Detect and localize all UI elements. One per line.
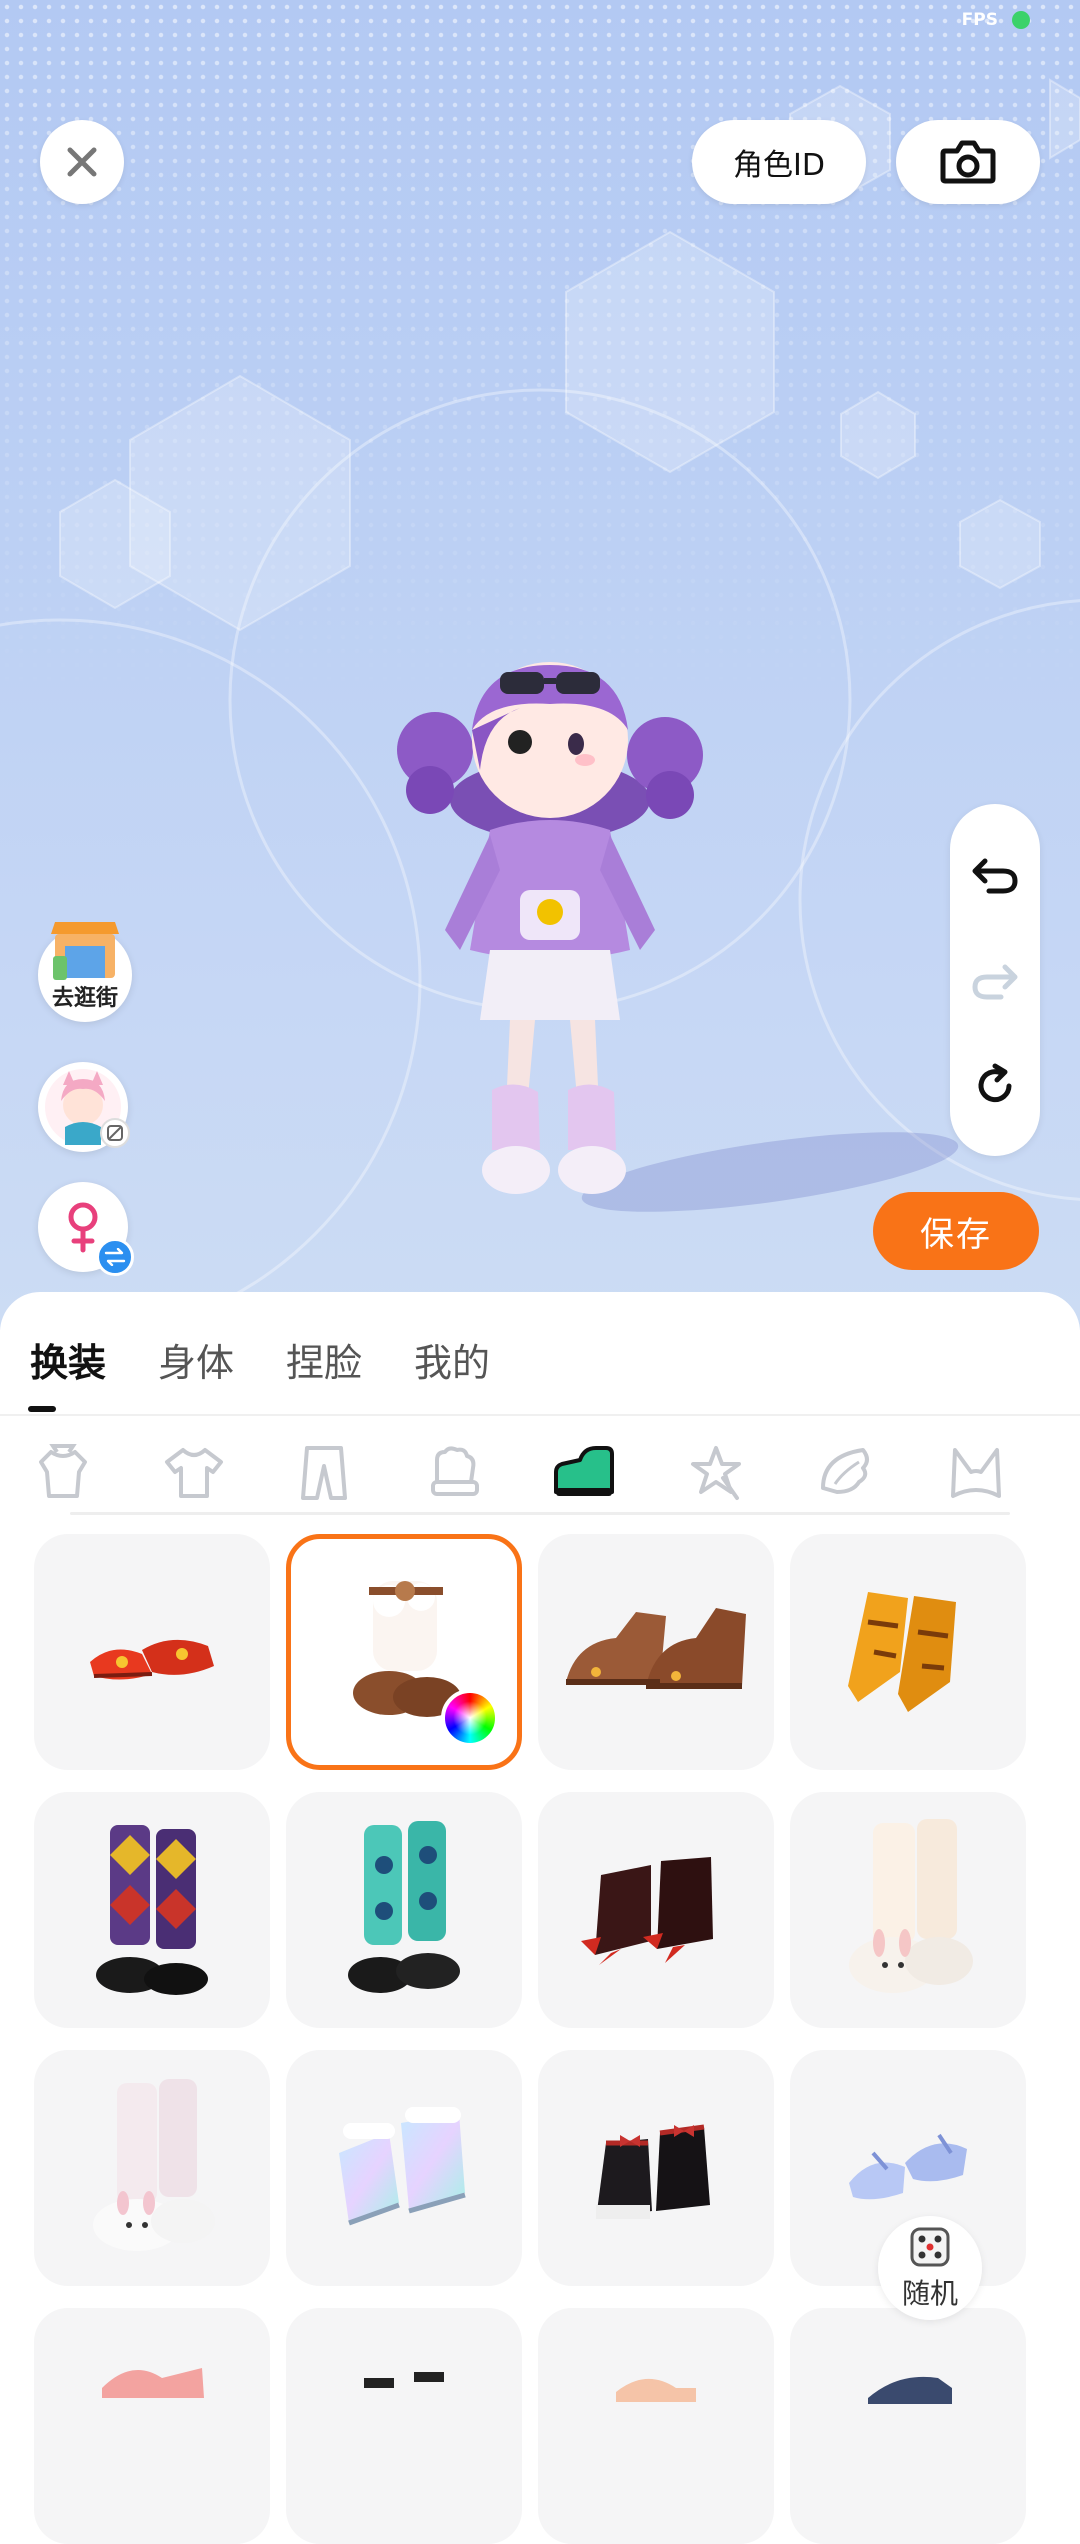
redo-icon xyxy=(972,964,1018,1000)
divider xyxy=(0,1414,1080,1416)
shoe-item-red-embroidered[interactable] xyxy=(34,1534,270,1770)
go-shopping-label: 去逛街 xyxy=(51,986,118,1011)
paw-shoes-image xyxy=(566,1608,746,1689)
random-label: 随机 xyxy=(901,2277,958,2310)
bunny-socks-image xyxy=(849,1819,973,1993)
tab-mine[interactable]: 我的 xyxy=(414,1332,490,1387)
category-shoes[interactable] xyxy=(544,1428,624,1518)
wing-icon xyxy=(821,1448,869,1494)
shoe-item-yellow-claw[interactable] xyxy=(790,1534,1026,1770)
camera-icon xyxy=(940,140,996,184)
tab-body[interactable]: 身体 xyxy=(158,1332,234,1387)
avatar-preview-stage[interactable]: FPS 角色ID 去逛街 保存 xyxy=(0,0,1080,1330)
redo-button[interactable] xyxy=(965,950,1025,1010)
teal-socks-image xyxy=(348,1821,460,1993)
go-shopping-button[interactable]: 去逛街 xyxy=(38,922,132,1022)
color-palette-icon[interactable] xyxy=(441,1689,499,1747)
black-boots-image xyxy=(596,2124,710,2219)
glove-icon xyxy=(431,1446,479,1496)
shoe-item-row4-1[interactable] xyxy=(34,2308,270,2544)
category-top[interactable] xyxy=(154,1428,234,1518)
ears-icon xyxy=(951,1448,1001,1498)
role-id-label: 角色ID xyxy=(733,148,825,183)
active-tab-indicator xyxy=(28,1406,56,1412)
white-bunny-image xyxy=(93,2079,215,2251)
blue-heels-image xyxy=(849,2133,967,2200)
close-icon xyxy=(67,147,97,177)
shoe-item-white-bunny-slippers[interactable] xyxy=(34,2050,270,2286)
navy-shoes-image xyxy=(868,2376,952,2404)
main-tabs: 换装 身体 捏脸 我的 xyxy=(30,1332,542,1387)
red-claw-image xyxy=(581,1857,713,1965)
pink-shoes-image xyxy=(102,2368,204,2398)
tab-face[interactable]: 捏脸 xyxy=(286,1332,362,1387)
black-strap-shoes-image xyxy=(364,2372,444,2388)
role-id-button[interactable]: 角色ID xyxy=(692,120,866,204)
avatar-character[interactable] xyxy=(380,660,720,1220)
status-bar: FPS xyxy=(962,10,1030,30)
argyle-socks-image xyxy=(96,1825,208,1995)
shoe-item-row4-2[interactable] xyxy=(286,2308,522,2544)
tab-outfit[interactable]: 换装 xyxy=(30,1332,106,1387)
category-accessory[interactable] xyxy=(676,1428,756,1518)
category-wings[interactable] xyxy=(806,1428,886,1518)
holo-boots-image xyxy=(339,2107,466,2226)
undo-icon xyxy=(972,858,1018,894)
fps-indicator-icon xyxy=(1012,11,1030,29)
shoe-item-row4-3[interactable] xyxy=(538,2308,774,2544)
shoe-item-bunny-slipper-socks[interactable] xyxy=(790,1792,1026,2028)
hide-badge-icon xyxy=(100,1118,130,1148)
shoe-item-black-bow-boots[interactable] xyxy=(538,2050,774,2286)
random-button[interactable]: 随机 xyxy=(878,2216,982,2320)
reset-icon xyxy=(978,1063,1012,1103)
shoe-item-teal-bear-socks[interactable] xyxy=(286,1792,522,2028)
dice-icon xyxy=(910,2227,950,2267)
undo-button[interactable] xyxy=(965,844,1025,904)
outfit-icon xyxy=(39,1444,87,1498)
reset-button[interactable] xyxy=(965,1056,1025,1116)
gender-switch-button[interactable] xyxy=(38,1182,134,1276)
outfit-avatar-button[interactable] xyxy=(38,1062,130,1152)
save-label: 保存 xyxy=(920,1214,992,1255)
category-outfit[interactable] xyxy=(24,1428,104,1518)
category-pants[interactable] xyxy=(284,1428,364,1518)
swap-icon xyxy=(96,1238,134,1276)
shoe-icon xyxy=(554,1446,614,1496)
shoe-item-holographic[interactable] xyxy=(286,2050,522,2286)
category-gloves[interactable] xyxy=(414,1428,494,1518)
shoe-item-row4-4[interactable] xyxy=(790,2308,1026,2544)
shoe-item-argyle-socks[interactable] xyxy=(34,1792,270,2028)
peach-shoes-image xyxy=(616,2378,696,2402)
camera-button[interactable] xyxy=(896,120,1040,204)
category-ears[interactable] xyxy=(936,1428,1016,1518)
history-panel xyxy=(950,804,1040,1156)
close-button[interactable] xyxy=(40,120,124,204)
female-icon xyxy=(68,1202,98,1253)
save-button[interactable]: 保存 xyxy=(873,1192,1039,1270)
red-shoes-image xyxy=(90,1639,214,1680)
fps-label: FPS xyxy=(961,10,998,30)
pants-icon xyxy=(301,1446,347,1500)
shoe-item-brown-paw[interactable] xyxy=(538,1534,774,1770)
category-scroll-track xyxy=(70,1512,1010,1515)
top-icon xyxy=(165,1448,223,1498)
shop-icon xyxy=(51,922,119,980)
claw-boots-image xyxy=(848,1592,956,1712)
shoe-item-fluffy-bear[interactable] xyxy=(286,1534,522,1770)
accessory-star-icon xyxy=(691,1446,741,1500)
shoe-item-red-claw[interactable] xyxy=(538,1792,774,2028)
